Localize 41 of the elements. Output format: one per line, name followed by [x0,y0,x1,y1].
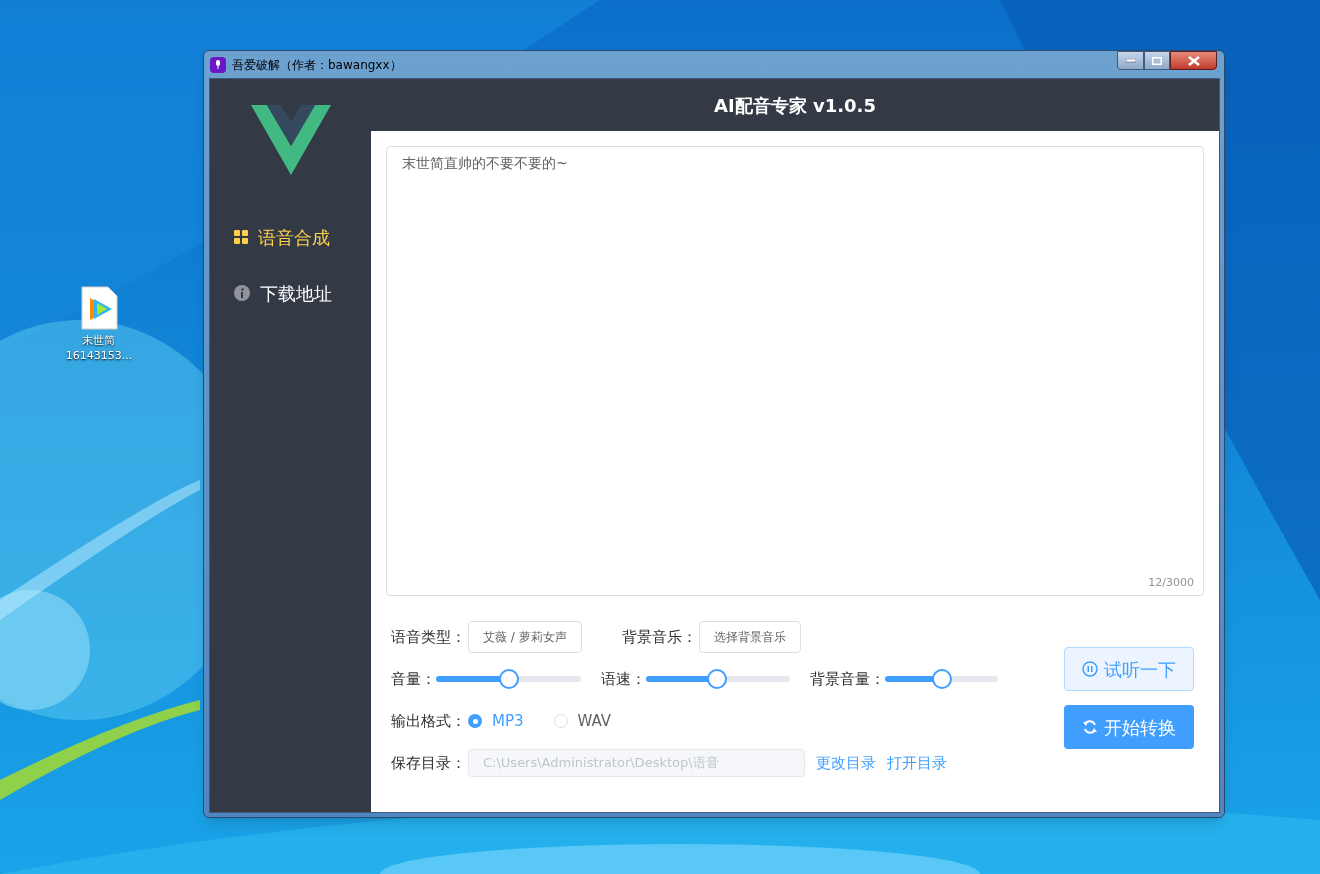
minimize-button[interactable] [1117,51,1144,70]
text-content: 末世简直帅的不要不要的~ [402,154,568,173]
slider-thumb[interactable] [706,669,727,689]
slider-thumb[interactable] [498,669,519,689]
window-title: 吾爱破解（作者：bawangxx） [232,57,402,74]
field-label: 保存目录： [391,752,466,774]
refresh-icon [1082,719,1098,735]
close-icon [1187,55,1200,66]
minimize-icon [1125,58,1136,63]
app-title: AI配音专家 v1.0.5 [714,93,876,118]
maximize-button[interactable] [1144,51,1170,70]
text-area[interactable]: 末世简直帅的不要不要的~ 12/3000 [386,146,1204,596]
sidebar-item[interactable]: 下载地址 [210,265,371,321]
radio-button[interactable] [468,714,482,728]
pause-icon [1082,661,1098,677]
preview-button[interactable]: 试听一下 [1064,647,1194,691]
convert-button[interactable]: 开始转换 [1064,705,1194,749]
maximize-icon [1152,56,1162,65]
radio-label[interactable]: MP3 [492,709,524,733]
field-label: 背景音乐： [621,626,697,648]
radio-label[interactable]: WAV [577,709,612,733]
radio-button[interactable] [553,714,568,728]
field-label: 音量： [391,668,436,690]
voice-type-button[interactable]: 艾薇 / 萝莉女声 [468,621,582,653]
sidebar-item[interactable]: 语音合成 [210,209,371,265]
char-counter: 12/3000 [1148,574,1194,591]
app-icon [210,57,226,73]
slider-thumb[interactable] [931,669,952,689]
link[interactable]: 更改目录 [816,751,876,775]
music-button[interactable]: 选择背景音乐 [698,621,801,653]
file-icon [80,286,118,330]
logo-icon [250,105,331,175]
file-label[interactable]: 末世简 16143153... [65,333,133,363]
field-label: 背景音量： [810,668,885,690]
field-label: 语速： [601,668,646,690]
close-button[interactable] [1170,51,1217,70]
grid-icon [234,230,248,244]
info-icon [234,285,250,301]
field-label: 语音类型： [391,626,466,648]
field-label: 输出格式： [391,710,466,732]
link[interactable]: 打开目录 [887,751,947,775]
